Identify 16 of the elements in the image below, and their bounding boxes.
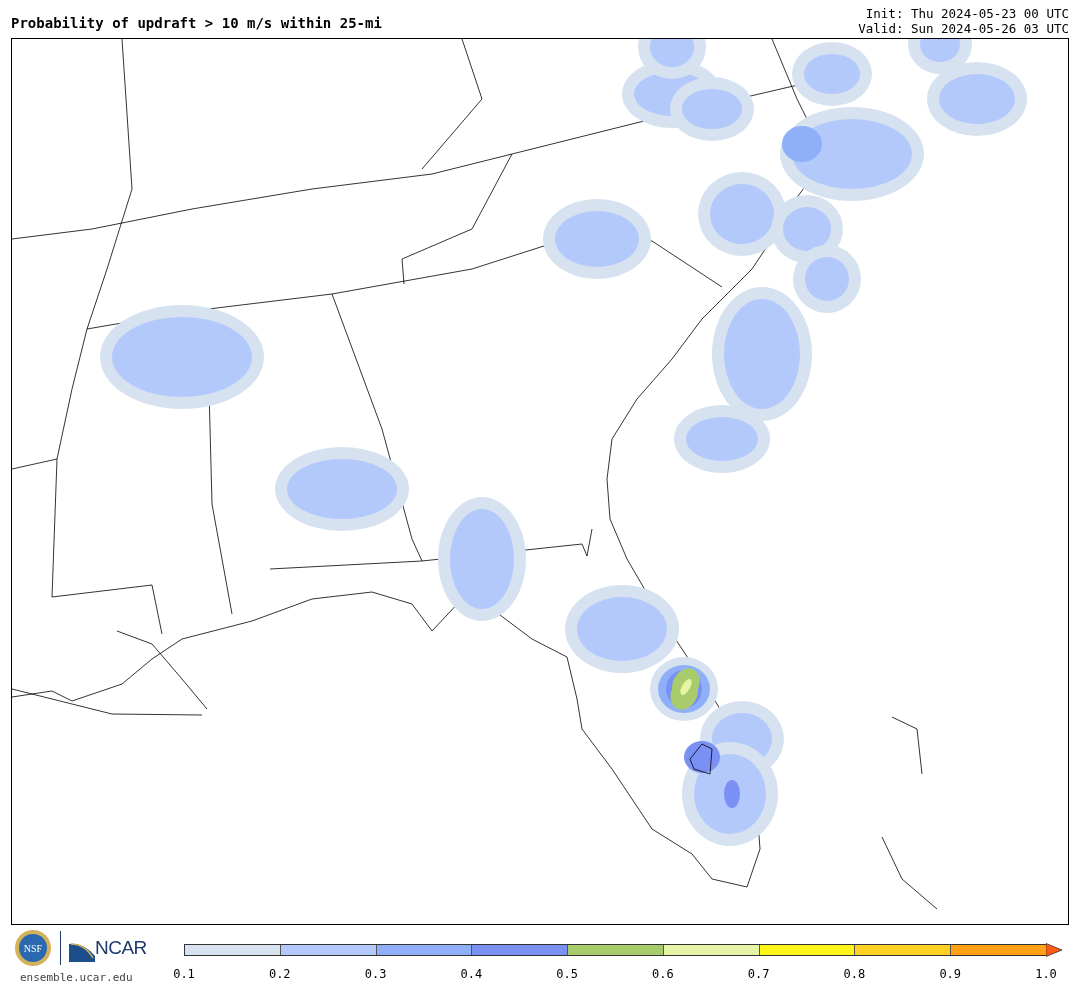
tick-label: 0.2 xyxy=(268,966,291,983)
tick-label: 0.4 xyxy=(460,966,483,983)
nsf-logo: NSF xyxy=(14,929,52,967)
tick-label: 0.8 xyxy=(843,966,866,983)
tick-label: 1.0 xyxy=(1035,966,1057,983)
tick-label: 0.1 xyxy=(173,966,195,983)
tick-label: 0.7 xyxy=(747,966,770,983)
init-time: Init: Thu 2024-05-23 00 UTC xyxy=(864,6,1069,21)
tick-label: 0.5 xyxy=(556,966,578,983)
tick-label: 0.6 xyxy=(652,966,674,983)
valid-time: Valid: Sun 2024-05-26 03 UTC xyxy=(858,21,1069,36)
ncar-logo-text: NCAR xyxy=(95,935,147,960)
tick-label: 0.3 xyxy=(364,966,387,983)
swoosh-icon xyxy=(69,942,95,963)
plot-title: Probability of updraft > 10 m/s within 25-mi xyxy=(11,14,382,33)
tick-label: 0.9 xyxy=(939,966,962,983)
